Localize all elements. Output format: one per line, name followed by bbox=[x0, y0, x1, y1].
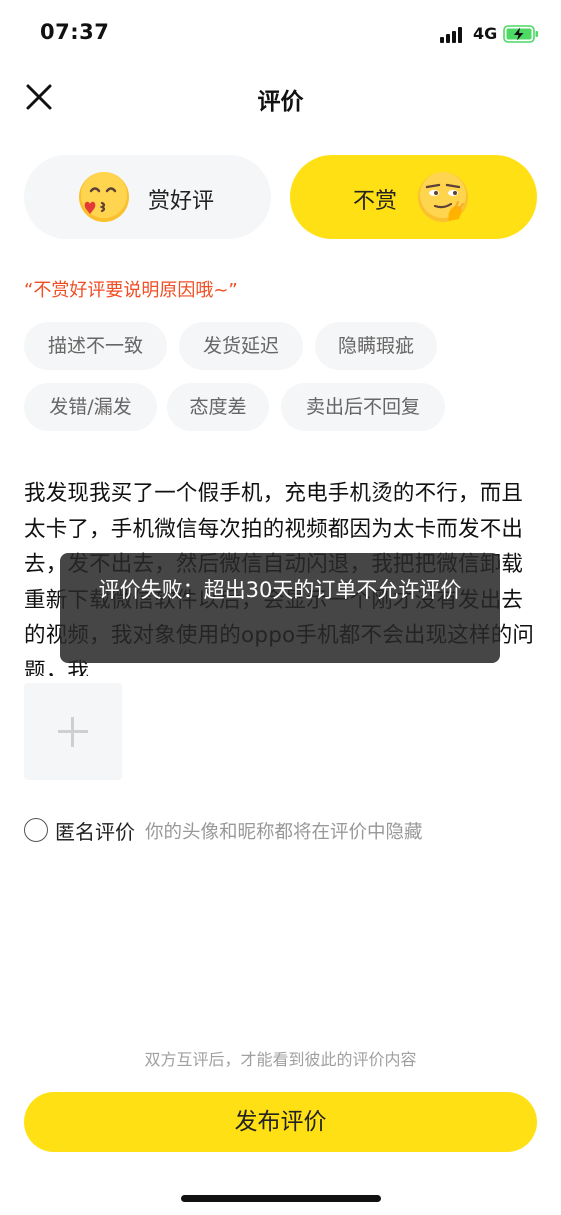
tag-no-reply-after-sale[interactable]: 卖出后不回复 bbox=[281, 383, 445, 431]
home-indicator bbox=[181, 1195, 381, 1202]
good-rating-button[interactable]: 赏好评 bbox=[24, 155, 271, 239]
smirking-face-emoji-icon bbox=[418, 172, 468, 222]
page-title: 评价 bbox=[257, 89, 304, 115]
anonymous-label[interactable]: 匿名评价 bbox=[55, 816, 135, 845]
status-bar: 07:37 4G bbox=[0, 0, 561, 66]
battery-charging-icon bbox=[503, 25, 538, 43]
add-photo-button[interactable] bbox=[24, 683, 122, 780]
tag-wrong-or-missing-item[interactable]: 发错/漏发 bbox=[24, 383, 157, 431]
tag-shipping-delay[interactable]: 发货延迟 bbox=[179, 322, 303, 370]
network-label: 4G bbox=[473, 24, 498, 43]
tag-bad-attitude[interactable]: 态度差 bbox=[167, 383, 269, 431]
tag-description-mismatch[interactable]: 描述不一致 bbox=[24, 322, 167, 370]
header: 评价 bbox=[0, 66, 561, 136]
good-rating-label: 赏好评 bbox=[148, 189, 215, 214]
no-reward-rating-label: 不赏 bbox=[353, 189, 398, 214]
blowing-kiss-emoji-icon bbox=[79, 172, 129, 222]
mutual-review-note: 双方互评后，才能看到彼此的评价内容 bbox=[144, 1050, 417, 1069]
reason-hint: “不赏好评要说明原因哦~” bbox=[24, 280, 238, 301]
status-time: 07:37 bbox=[40, 20, 110, 44]
no-reward-rating-button[interactable]: 不赏 bbox=[290, 155, 537, 239]
publish-review-button[interactable]: 发布评价 bbox=[24, 1092, 537, 1152]
tag-hidden-defects[interactable]: 隐瞒瑕疵 bbox=[315, 322, 437, 370]
anonymous-radio[interactable] bbox=[24, 818, 48, 842]
error-toast: 评价失败：超出30天的订单不允许评价 bbox=[60, 553, 500, 663]
signal-icon bbox=[440, 27, 466, 43]
anonymous-description: 你的头像和昵称都将在评价中隐藏 bbox=[145, 822, 423, 843]
